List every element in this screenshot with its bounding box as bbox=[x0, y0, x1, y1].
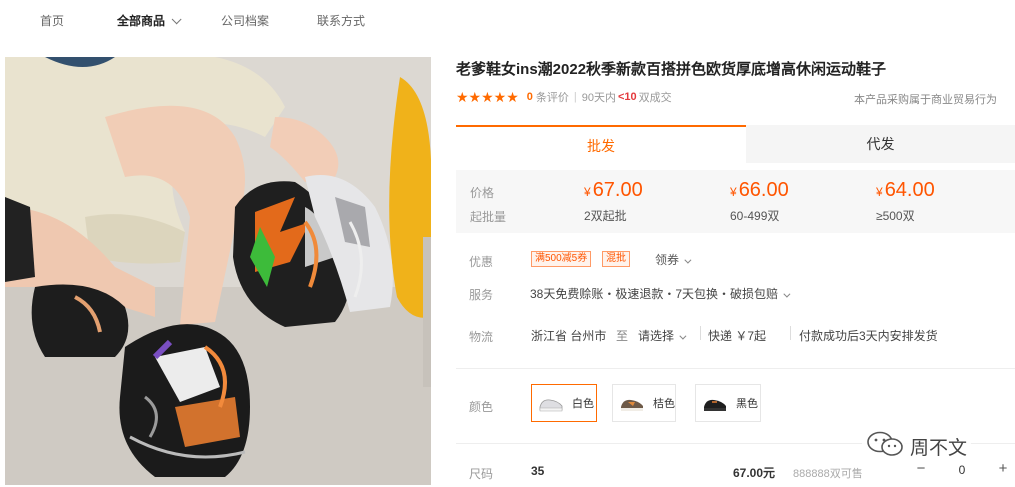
get-coupon-button[interactable]: 领券 bbox=[655, 251, 692, 268]
watermark: 周不文 bbox=[862, 429, 972, 464]
tab-wholesale[interactable]: 批发 bbox=[456, 125, 746, 163]
nav-home[interactable]: 首页 bbox=[40, 12, 64, 29]
tier-range: 2双起批 bbox=[584, 209, 627, 223]
size-label: 尺码 bbox=[469, 467, 494, 481]
nav-all-products[interactable]: 全部商品 bbox=[117, 12, 182, 29]
product-photo-illustration bbox=[5, 57, 431, 485]
logistics-label: 物流 bbox=[469, 330, 494, 344]
review-count[interactable]: 0 bbox=[527, 91, 533, 103]
ship-origin: 浙江省 台州市 bbox=[531, 329, 607, 343]
tier-range: 60-499双 bbox=[730, 209, 780, 223]
color-option-black[interactable]: 黑色 bbox=[695, 384, 761, 422]
destination-value: 请选择 bbox=[638, 329, 675, 343]
product-title: 老爹鞋女ins潮2022秋季新款百搭拼色欧货厚底增高休闲运动鞋子 bbox=[456, 61, 887, 78]
top-nav: 首页 全部商品 公司档案 联系方式 bbox=[0, 0, 1015, 40]
sold-count: <10 bbox=[618, 91, 637, 103]
color-option-white[interactable]: 白色 bbox=[531, 384, 597, 422]
service-dropdown[interactable]: 38天免费赊账・极速退款・7天包换・破损包赔 bbox=[530, 285, 791, 302]
shoe-thumbnail-icon bbox=[619, 393, 645, 413]
tier-price-value: 67.00 bbox=[592, 179, 643, 201]
tier-range: ≥500双 bbox=[876, 209, 915, 223]
color-option-label: 桔色 bbox=[653, 398, 675, 410]
shipping-note: 付款成功后3天内安排发货 bbox=[799, 329, 938, 343]
chevron-down-icon bbox=[684, 256, 692, 264]
purchase-tabs: 批发 代发 bbox=[456, 125, 1015, 163]
tier-price: ¥67.00 bbox=[584, 179, 643, 202]
color-label: 颜色 bbox=[469, 400, 494, 414]
color-option-label: 白色 bbox=[572, 398, 594, 410]
currency-symbol: ¥ bbox=[730, 185, 737, 199]
tab-dropship[interactable]: 代发 bbox=[746, 125, 1015, 163]
rating-stars-icon: ★★★★★ bbox=[456, 88, 519, 105]
tier-price-value: 64.00 bbox=[884, 179, 935, 201]
promo-coupon-badge: 满500减5券 bbox=[531, 251, 592, 267]
min-quantity-label: 起批量 bbox=[470, 210, 507, 224]
divider bbox=[790, 326, 791, 340]
get-coupon-label: 领券 bbox=[655, 253, 680, 267]
chevron-down-icon bbox=[171, 14, 182, 25]
product-image[interactable] bbox=[5, 57, 431, 485]
trade-notice: 本产品采购属于商业贸易行为 bbox=[854, 94, 997, 106]
watermark-text: 周不文 bbox=[910, 437, 968, 459]
chevron-down-icon bbox=[783, 290, 791, 298]
tier-price: ¥66.00 bbox=[730, 179, 789, 202]
ship-to: 至 bbox=[616, 329, 629, 343]
currency-symbol: ¥ bbox=[876, 185, 883, 199]
promo-label: 优惠 bbox=[469, 255, 494, 269]
divider bbox=[456, 368, 1015, 369]
shoe-thumbnail-icon bbox=[538, 393, 564, 413]
divider: | bbox=[573, 91, 577, 103]
tier-price-value: 66.00 bbox=[738, 179, 789, 201]
sold-label: 双成交 bbox=[638, 92, 672, 104]
size-stock: 888888双可售 bbox=[793, 468, 863, 480]
currency-symbol: ¥ bbox=[584, 185, 591, 199]
price-label: 价格 bbox=[470, 186, 495, 200]
nav-company-profile[interactable]: 公司档案 bbox=[221, 12, 269, 29]
express-fee: 快递 ￥7起 bbox=[708, 329, 767, 343]
sold-period: 90天内 bbox=[581, 92, 616, 104]
color-option-label: 黑色 bbox=[736, 398, 758, 410]
chevron-down-icon bbox=[679, 332, 687, 340]
nav-contact[interactable]: 联系方式 bbox=[317, 12, 365, 29]
color-option-orange[interactable]: 桔色 bbox=[612, 384, 676, 422]
size-price: 67.00元 bbox=[733, 466, 776, 480]
mixed-batch-badge: 混批 bbox=[602, 251, 630, 267]
shoe-thumbnail-icon bbox=[702, 393, 728, 413]
nav-all-products-label: 全部商品 bbox=[117, 14, 166, 28]
wechat-icon bbox=[866, 431, 904, 462]
service-label: 服务 bbox=[469, 288, 494, 302]
service-text: 38天免费赊账・极速退款・7天包换・破损包赔 bbox=[530, 287, 779, 301]
price-box: 价格 起批量 ¥67.00 2双起批 ¥66.00 60-499双 ¥64.00… bbox=[456, 170, 1015, 233]
destination-select[interactable]: 请选择 bbox=[638, 327, 687, 344]
tier-price: ¥64.00 bbox=[876, 179, 935, 202]
divider bbox=[700, 326, 701, 340]
rating-row: ★★★★★ 0 条评价 | 90天内 <10 双成交 bbox=[456, 89, 672, 105]
increase-button[interactable]: + bbox=[991, 456, 1015, 484]
size-value: 35 bbox=[531, 464, 545, 478]
review-label: 条评价 bbox=[535, 92, 569, 104]
